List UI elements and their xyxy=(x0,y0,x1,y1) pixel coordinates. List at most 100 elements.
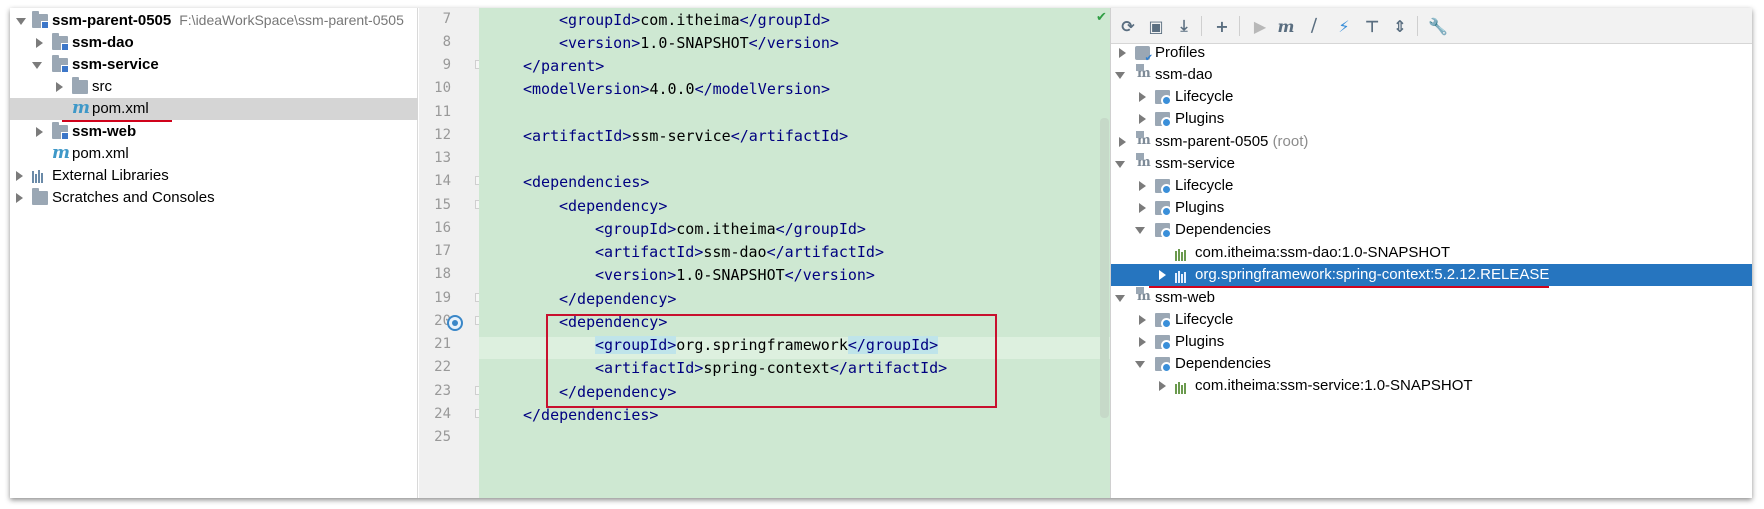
module-folder-icon xyxy=(52,55,69,73)
chevron-right-icon[interactable] xyxy=(1137,181,1147,191)
line-number: 25 xyxy=(434,429,451,445)
chevron-right-icon[interactable] xyxy=(34,127,44,137)
skip-tests-icon[interactable]: ⧸ xyxy=(1303,15,1325,37)
toolbar-separator xyxy=(1201,16,1202,36)
chevron-right-icon[interactable] xyxy=(1137,337,1147,347)
tree-item-pom-xml-selected[interactable]: m pom.xml xyxy=(10,98,418,120)
maven-item-dependencies[interactable]: Dependencies xyxy=(1111,353,1752,375)
plugins-icon xyxy=(1155,201,1172,217)
maven-item-lifecycle[interactable]: Lifecycle xyxy=(1111,175,1752,197)
dependencies-icon xyxy=(1155,357,1172,373)
tree-item-root-pom-xml[interactable]: m pom.xml xyxy=(10,143,418,165)
maven-item-lifecycle[interactable]: Lifecycle xyxy=(1111,86,1752,108)
tree-item-scratches[interactable]: Scratches and Consoles xyxy=(10,187,418,209)
root-suffix: (root) xyxy=(1272,133,1309,150)
run-icon[interactable]: ▶ xyxy=(1249,15,1271,37)
maven-goal-icon[interactable]: m xyxy=(1275,15,1297,37)
line-number: 13 xyxy=(434,150,451,166)
tree-item-ssm-service[interactable]: ssm-service xyxy=(10,54,418,76)
generate-sources-icon[interactable]: ▣ xyxy=(1145,15,1167,37)
maven-item-lifecycle[interactable]: Lifecycle xyxy=(1111,309,1752,331)
line-number: 19 xyxy=(434,290,451,306)
chevron-down-icon[interactable] xyxy=(1135,359,1145,369)
code-line: <groupId>com.itheima</groupId> xyxy=(559,11,830,29)
tree-item-label: ssm-dao xyxy=(72,34,134,51)
chevron-right-icon[interactable] xyxy=(1157,381,1167,391)
maven-item-ssm-web[interactable]: m ssm-web xyxy=(1111,287,1752,309)
maven-item-ssm-parent[interactable]: m ssm-parent-0505 (root) xyxy=(1111,131,1752,153)
maven-item-label: org.springframework:spring-context:5.2.1… xyxy=(1195,266,1550,283)
project-tree-panel: ssm-parent-0505 F:\ideaWorkSpace\ssm-pare… xyxy=(10,8,418,498)
code-line: <modelVersion>4.0.0</modelVersion> xyxy=(523,80,831,98)
line-number: 23 xyxy=(434,383,451,399)
tree-item-label: External Libraries xyxy=(52,167,169,184)
tree-item-label: ssm-web xyxy=(72,123,137,140)
reload-icon[interactable]: ⟳ xyxy=(1117,15,1139,37)
chevron-right-icon[interactable] xyxy=(14,171,24,181)
tree-item-external-libraries[interactable]: External Libraries xyxy=(10,165,418,187)
line-number: 16 xyxy=(434,220,451,236)
maven-item-ssm-dao[interactable]: m ssm-dao xyxy=(1111,64,1752,86)
maven-item-plugins[interactable]: Plugins xyxy=(1111,197,1752,219)
chevron-down-icon[interactable] xyxy=(16,16,26,26)
chevron-right-icon[interactable] xyxy=(1117,137,1127,147)
maven-module-icon: m xyxy=(1136,287,1151,304)
dependency-gutter-icon[interactable] xyxy=(447,315,463,331)
chevron-down-icon[interactable] xyxy=(1115,70,1125,80)
annotation-box xyxy=(546,314,997,408)
maven-item-plugins[interactable]: Plugins xyxy=(1111,108,1752,130)
maven-item-label: Lifecycle xyxy=(1175,88,1234,105)
line-number: 8 xyxy=(442,34,451,50)
editor-scrollbar[interactable] xyxy=(1100,118,1109,418)
chevron-right-icon[interactable] xyxy=(1137,114,1147,124)
chevron-down-icon[interactable] xyxy=(32,60,42,70)
chevron-right-icon[interactable] xyxy=(1137,92,1147,102)
tree-item-label: ssm-service xyxy=(72,56,159,73)
tree-item-label: Scratches and Consoles xyxy=(52,189,215,206)
chevron-right-icon[interactable] xyxy=(1157,270,1167,280)
chevron-down-icon[interactable] xyxy=(1135,225,1145,235)
chevron-right-icon[interactable] xyxy=(14,193,24,203)
lifecycle-icon xyxy=(1155,313,1172,329)
root-module-path: F:\ideaWorkSpace\ssm-parent-0505 xyxy=(179,12,404,28)
inspection-ok-icon[interactable]: ✔ xyxy=(1096,10,1107,25)
tree-item-ssm-dao[interactable]: ssm-dao xyxy=(10,32,418,54)
maven-item-plugins[interactable]: Plugins xyxy=(1111,331,1752,353)
add-icon[interactable]: + xyxy=(1211,15,1233,37)
dependency-icon xyxy=(1175,247,1190,261)
code-editor[interactable]: <groupId>com.itheima</groupId> <version>… xyxy=(479,8,1110,498)
code-line: <version>1.0-SNAPSHOT</version> xyxy=(595,266,875,284)
tree-item-src[interactable]: src xyxy=(10,76,418,98)
line-number: 24 xyxy=(434,406,451,422)
tree-item-ssm-web[interactable]: ssm-web xyxy=(10,121,418,143)
collapse-all-icon[interactable]: ⇕ xyxy=(1389,15,1411,37)
chevron-right-icon[interactable] xyxy=(1137,203,1147,213)
offline-icon[interactable]: ⚡ xyxy=(1333,15,1355,37)
maven-item-ssm-service[interactable]: m ssm-service xyxy=(1111,153,1752,175)
maven-tool-window: ⟳ ▣ ⤓ + ▶ m ⧸ ⚡ ⊤ ⇕ 🔧 Profiles m ssm-dao xyxy=(1110,8,1752,498)
code-line: </dependencies> xyxy=(523,406,659,424)
maven-item-dependencies[interactable]: Dependencies xyxy=(1111,219,1752,241)
chevron-right-icon[interactable] xyxy=(1117,48,1127,58)
settings-icon[interactable]: 🔧 xyxy=(1427,15,1449,37)
maven-dependency-item-selected[interactable]: org.springframework:spring-context:5.2.1… xyxy=(1111,264,1752,286)
maven-item-profiles[interactable]: Profiles xyxy=(1111,42,1752,64)
chevron-down-icon[interactable] xyxy=(1115,293,1125,303)
module-folder-icon xyxy=(52,122,69,140)
chevron-right-icon[interactable] xyxy=(34,38,44,48)
line-number: 7 xyxy=(442,11,451,27)
maven-item-label: ssm-web xyxy=(1155,289,1216,306)
maven-dependency-item[interactable]: com.itheima:ssm-dao:1.0-SNAPSHOT xyxy=(1111,242,1752,264)
chevron-down-icon[interactable] xyxy=(1115,159,1125,169)
maven-dependency-item[interactable]: com.itheima:ssm-service:1.0-SNAPSHOT xyxy=(1111,375,1752,397)
maven-item-label: com.itheima:ssm-service:1.0-SNAPSHOT xyxy=(1195,377,1473,394)
chevron-right-icon[interactable] xyxy=(1137,315,1147,325)
line-number: 17 xyxy=(434,243,451,259)
lifecycle-icon xyxy=(1155,90,1172,106)
root-module-name: ssm-parent-0505 xyxy=(52,12,172,29)
tree-root[interactable]: ssm-parent-0505 F:\ideaWorkSpace\ssm-pare… xyxy=(10,10,418,32)
dependencies-icon xyxy=(1155,223,1172,239)
chevron-right-icon[interactable] xyxy=(54,82,64,92)
download-icon[interactable]: ⤓ xyxy=(1173,15,1195,37)
show-dependencies-icon[interactable]: ⊤ xyxy=(1361,15,1383,37)
